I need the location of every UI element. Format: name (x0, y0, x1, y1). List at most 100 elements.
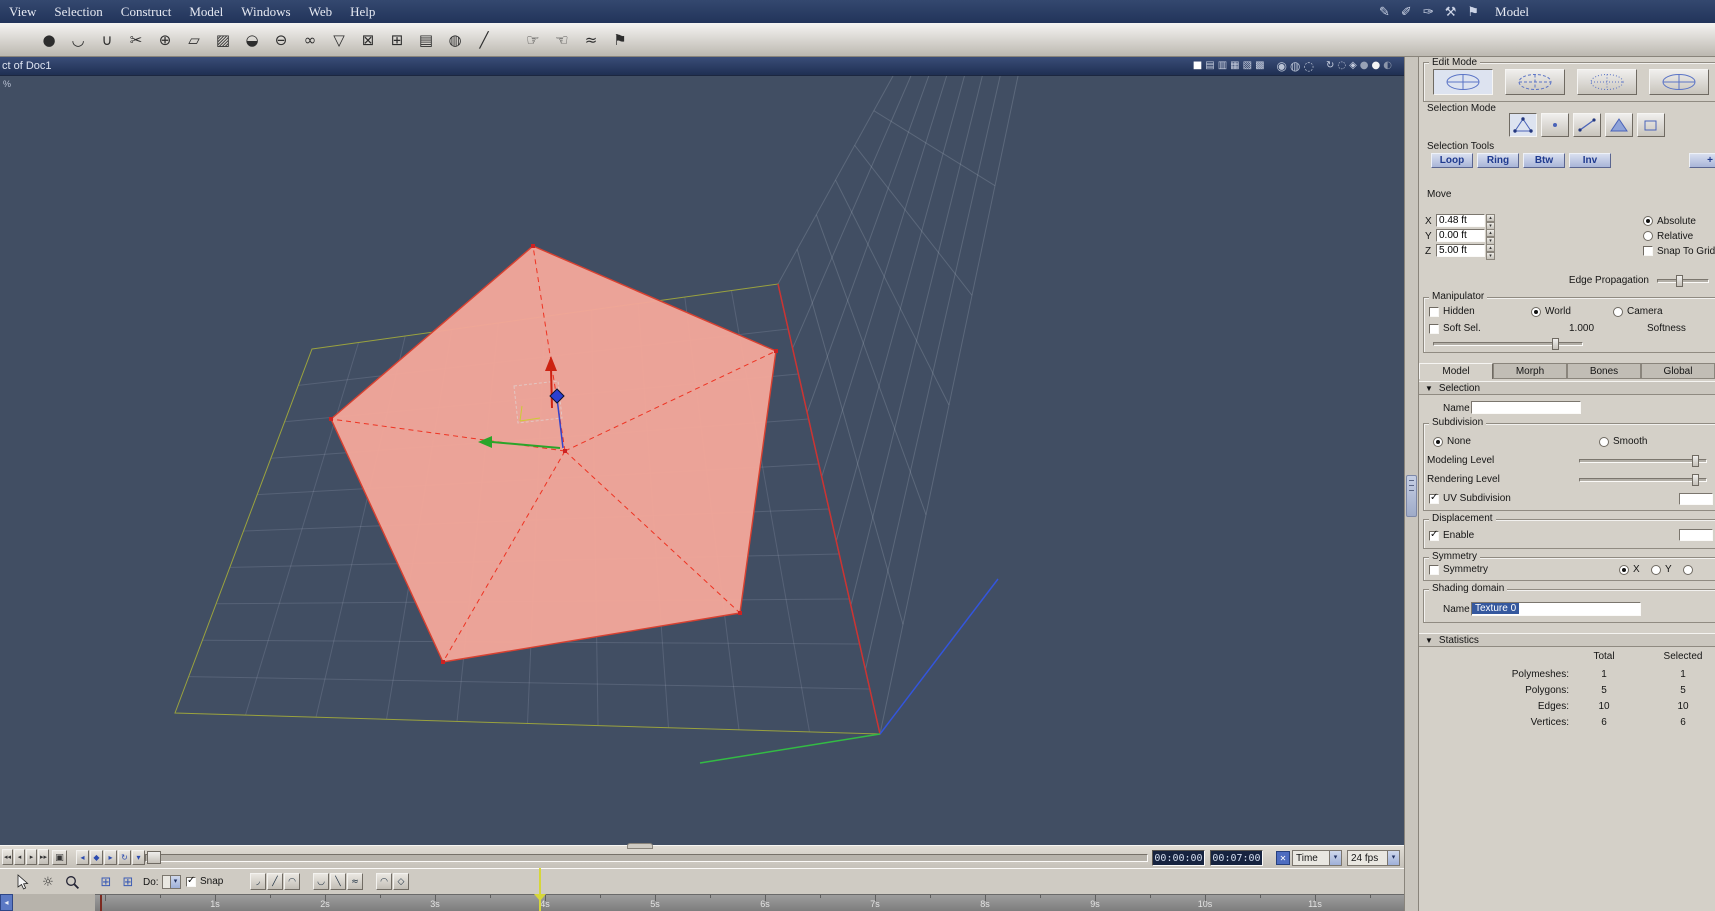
stack-tool-button[interactable]: ▤ (413, 27, 439, 53)
layout-grid-icon[interactable]: ▩ (1255, 58, 1264, 74)
layout-two-rows-icon[interactable]: ▤ (1205, 58, 1214, 74)
manipulator-y-axis[interactable] (550, 367, 553, 409)
world-radio[interactable] (1531, 307, 1541, 317)
select-cursor-button[interactable] (12, 872, 32, 892)
key-slope-button[interactable]: ╲ (330, 873, 346, 890)
selection-name-input[interactable] (1471, 401, 1581, 414)
magnet-tool-button[interactable]: ∪ (94, 27, 120, 53)
selection-tool-ring-button[interactable]: Ring (1477, 153, 1519, 168)
polygon-tool-button[interactable]: ▨ (210, 27, 236, 53)
subdivision-smooth-radio[interactable] (1599, 437, 1609, 447)
pentagon-face[interactable] (330, 245, 777, 663)
shading-wireframe-icon[interactable]: ◌ (1303, 58, 1313, 74)
time-mode-combo[interactable]: Time ▾ (1292, 850, 1342, 866)
displacement-field[interactable] (1679, 529, 1713, 541)
relative-radio[interactable] (1643, 231, 1653, 241)
link-tool-button[interactable]: ∞ (297, 27, 323, 53)
layout-single-icon[interactable]: ■ (1193, 58, 1202, 74)
pencil-icon[interactable]: ✐ (1401, 5, 1412, 20)
key-wave-button[interactable]: ≈ (347, 873, 363, 890)
symmetry-z-radio[interactable] (1683, 565, 1693, 575)
display-options-button[interactable]: ☼ (38, 872, 58, 892)
next-keyframe-button[interactable]: ▸ (104, 850, 117, 865)
selected-pentagon-object[interactable] (329, 244, 778, 664)
selection-tool-loop-button[interactable]: Loop (1431, 153, 1473, 168)
symmetry-x-radio[interactable] (1619, 565, 1629, 575)
key-diamond-button[interactable]: ◇ (393, 873, 409, 890)
light-sphere-gray-icon[interactable]: ● (1360, 58, 1369, 74)
edit-mode-assembly-button[interactable] (1649, 69, 1709, 95)
menu-item-selection[interactable]: Selection (45, 0, 111, 20)
funnel-tool-button[interactable]: ▽ (326, 27, 352, 53)
loop-playback-button[interactable]: ↻ (118, 850, 131, 865)
edit-mode-vertex-button[interactable] (1505, 69, 1565, 95)
menu-item-web[interactable]: Web (300, 0, 342, 20)
pull-hand-tool-button[interactable]: ☜ (549, 27, 575, 53)
menu-item-windows[interactable]: Windows (232, 0, 299, 20)
key-linear-button[interactable]: ╱ (267, 873, 283, 890)
select-faces-button[interactable] (1605, 113, 1633, 137)
edit-mode-uv-button[interactable] (1577, 69, 1637, 95)
soft-selection-checkbox[interactable] (1429, 324, 1439, 334)
time-mode-x-button[interactable]: ✕ (1276, 851, 1290, 865)
cube-tool-button[interactable]: ⊞ (384, 27, 410, 53)
ruler-scroll-left-button[interactable]: ◂ (0, 894, 13, 911)
tab-global[interactable]: Global (1641, 363, 1715, 379)
scissors-tool-button[interactable]: ✂ (123, 27, 149, 53)
key-arc-button[interactable]: ◠ (284, 873, 300, 890)
hidden-checkbox[interactable] (1429, 307, 1439, 317)
selection-tool-inv-button[interactable]: Inv (1569, 153, 1611, 168)
move-z-input[interactable] (1436, 244, 1485, 257)
uv-sphere-tool-button[interactable]: ◍ (442, 27, 468, 53)
chevron-down-icon[interactable]: ▾ (1387, 851, 1399, 865)
move-z-stepper[interactable]: ▴ ▾ (1486, 244, 1495, 260)
move-y-input[interactable] (1436, 229, 1485, 242)
symmetry-checkbox[interactable] (1429, 565, 1439, 575)
move-y-stepper[interactable]: ▴ ▾ (1486, 229, 1495, 245)
light-sphere-dark-icon[interactable]: ◐ (1383, 58, 1392, 74)
viewport-titlebar[interactable]: ct of Doc1 ■ ▤ ▥ ▦ ▧ ▩ ◉ ◍ ◌ ↻ ◌ ◈ ● ● ◐ (0, 57, 1404, 75)
playhead-marker[interactable] (534, 894, 546, 901)
shading-flat-icon[interactable]: ◍ (1290, 58, 1300, 74)
symmetry-y-radio[interactable] (1651, 565, 1661, 575)
statistics-section-header[interactable]: ▼ Statistics (1419, 633, 1715, 647)
tab-bones[interactable]: Bones (1567, 363, 1641, 379)
move-x-stepper[interactable]: ▴ ▾ (1486, 214, 1495, 230)
smooth-tool-button[interactable]: ≈ (578, 27, 604, 53)
layout-three-pane-icon[interactable]: ▦ (1230, 58, 1239, 74)
select-edges-button[interactable] (1573, 113, 1601, 137)
dome-tool-button[interactable]: ◒ (239, 27, 265, 53)
delete-tool-button[interactable]: ⊠ (355, 27, 381, 53)
hammer-icon[interactable]: ⚒ (1445, 5, 1457, 20)
selection-tool-more-button[interactable]: + (1689, 153, 1715, 168)
subdivision-none-radio[interactable] (1433, 437, 1443, 447)
orbit-view-icon[interactable]: ↻ (1326, 58, 1334, 74)
playhead-line[interactable] (539, 868, 541, 911)
fps-combo[interactable]: 24 fps ▾ (1347, 850, 1400, 866)
push-hand-tool-button[interactable]: ☞ (520, 27, 546, 53)
jump-end-button[interactable]: ▸▸ (38, 849, 49, 865)
timeline-scrubber-thumb[interactable] (147, 851, 161, 864)
range-toggle-button[interactable]: ▣ (52, 850, 67, 865)
snap-to-grid-checkbox[interactable] (1643, 246, 1653, 256)
target-view-icon[interactable]: ◌ (1337, 58, 1346, 74)
perspective-view-icon[interactable]: ◈ (1349, 58, 1357, 74)
step-forward-button[interactable]: ▸ (26, 849, 37, 865)
marquee-tool-button[interactable]: ▱ (181, 27, 207, 53)
key-smooth-button[interactable]: ◠ (376, 873, 392, 890)
knife-icon[interactable]: ✑ (1423, 5, 1434, 20)
shading-smooth-icon[interactable]: ◉ (1277, 58, 1287, 74)
menu-item-model[interactable]: Model (180, 0, 232, 20)
viewport-3d-scene[interactable] (0, 75, 1404, 846)
timeline-drag-tab[interactable] (627, 843, 653, 849)
layout-four-pane-icon[interactable]: ▧ (1243, 58, 1252, 74)
viewport-canvas[interactable] (0, 75, 1404, 845)
selection-tool-btw-button[interactable]: Btw (1523, 153, 1565, 168)
do-combo[interactable]: ▾ (162, 875, 181, 889)
absolute-radio[interactable] (1643, 216, 1653, 226)
prev-keyframe-button[interactable]: ◂ (76, 850, 89, 865)
edge-propagation-slider[interactable] (1657, 275, 1709, 287)
select-points-button[interactable] (1509, 113, 1537, 137)
tab-morph[interactable]: Morph (1493, 363, 1567, 379)
sphere-primitive-button[interactable]: ● (36, 27, 62, 53)
